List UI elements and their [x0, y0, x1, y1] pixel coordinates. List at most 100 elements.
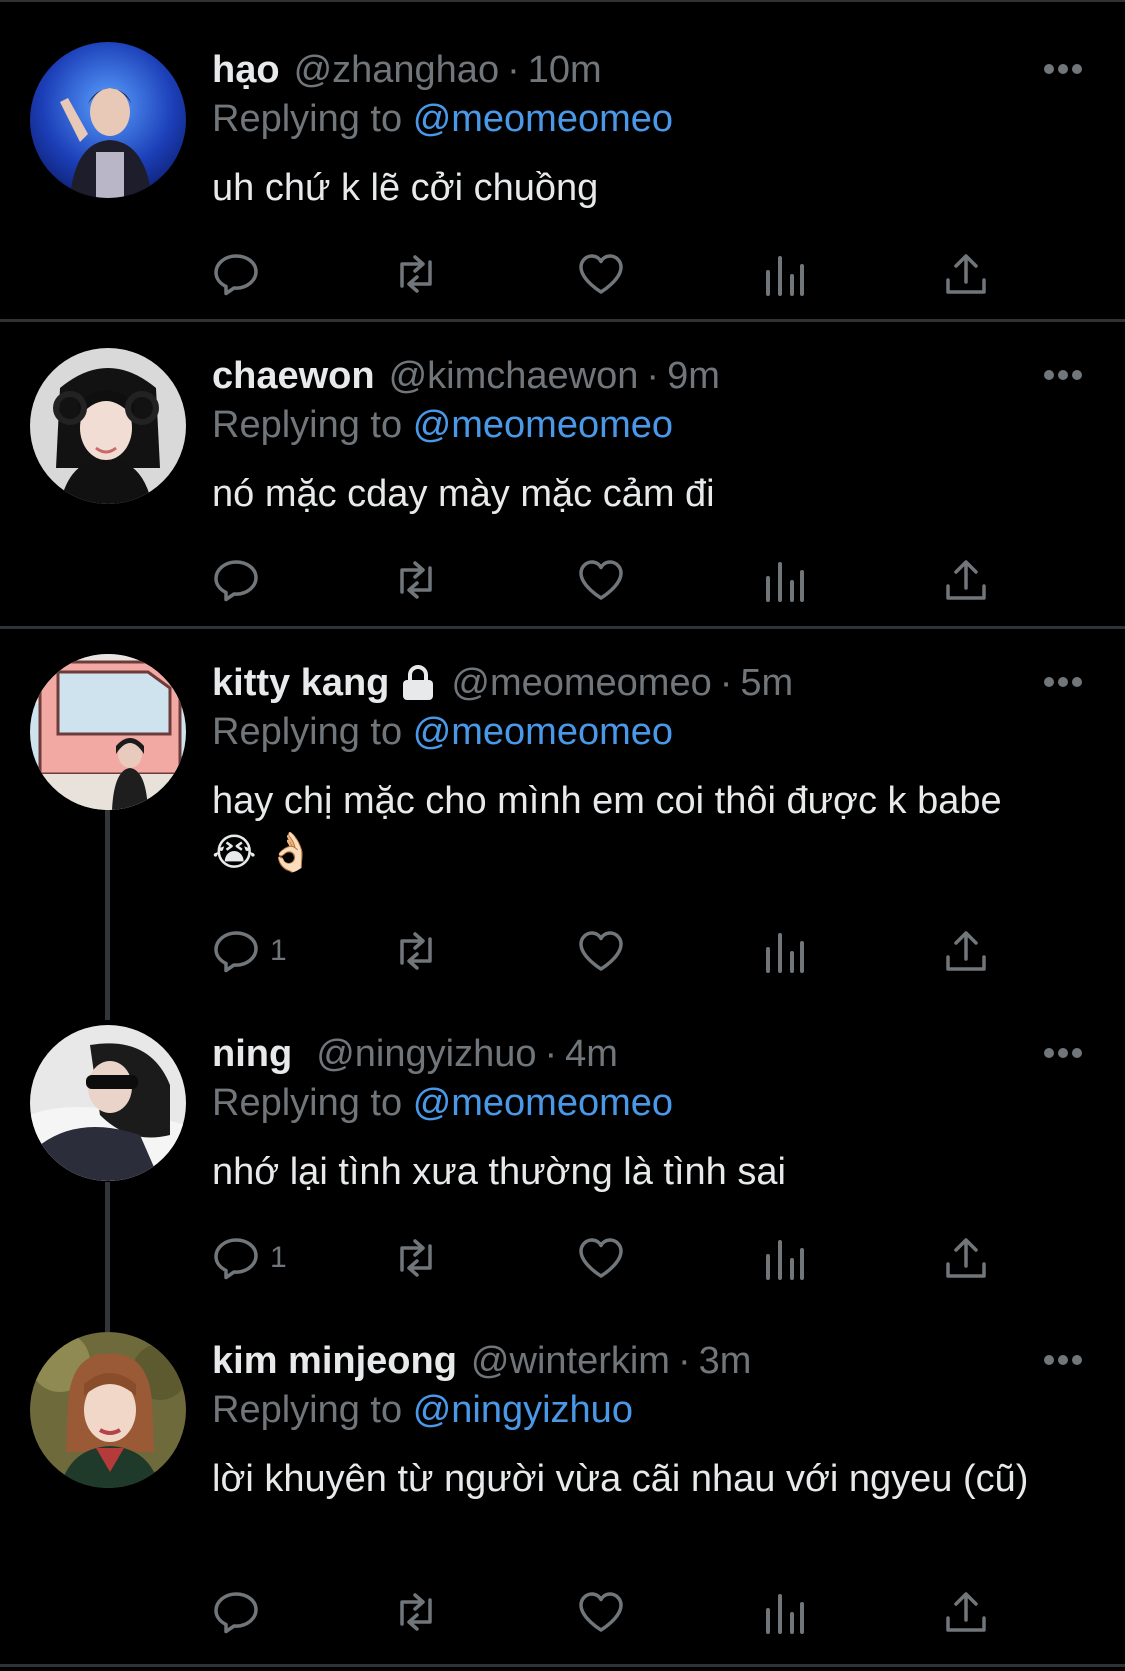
retweet-button[interactable]: [392, 248, 440, 300]
reply-button[interactable]: [212, 1586, 270, 1638]
views-icon: [766, 256, 804, 296]
mention-link[interactable]: @meomeomeo: [413, 98, 673, 140]
heart-icon: [579, 254, 623, 294]
tweet-kim-minjeong[interactable]: kim minjeong @winterkim · 3m Replying to…: [0, 1332, 1125, 1671]
reply-icon: [214, 1592, 258, 1634]
heart-icon: [579, 1592, 623, 1632]
more-options-icon[interactable]: [1043, 1047, 1083, 1059]
replying-to-label: Replying to: [212, 98, 403, 140]
timestamp[interactable]: 3m: [699, 1340, 752, 1383]
share-button[interactable]: [942, 925, 990, 977]
tweet-header: kitty kang @meomeomeo · 5m: [212, 660, 793, 706]
display-name[interactable]: hạo: [212, 49, 280, 92]
share-icon: [946, 560, 986, 600]
reply-count: 1: [270, 934, 287, 967]
avatar[interactable]: [30, 348, 186, 504]
avatar[interactable]: [30, 42, 186, 198]
share-button[interactable]: [942, 1232, 990, 1284]
tweet-hao[interactable]: hạo @zhanghao · 10m Replying to @meomeom…: [0, 0, 1125, 320]
user-handle[interactable]: @kimchaewon: [389, 355, 639, 398]
reply-count: 1: [270, 1241, 287, 1274]
reply-icon: [214, 254, 258, 296]
mention-link[interactable]: @meomeomeo: [413, 1082, 673, 1124]
user-handle[interactable]: @zhanghao: [294, 49, 500, 92]
retweet-icon: [400, 1593, 432, 1631]
mention-link[interactable]: @meomeomeo: [413, 404, 673, 446]
separator-dot: ·: [677, 1339, 691, 1382]
share-button[interactable]: [942, 554, 990, 606]
heart-icon: [579, 931, 623, 971]
share-icon: [946, 254, 986, 294]
reply-button[interactable]: [212, 248, 270, 300]
tweet-text: hay chị mặc cho mình em coi thôi được k …: [212, 775, 1092, 879]
retweet-icon: [400, 1239, 432, 1277]
retweet-button[interactable]: [392, 1586, 440, 1638]
retweet-button[interactable]: [392, 1232, 440, 1284]
display-name[interactable]: chaewon: [212, 355, 375, 398]
tweet-text: uh chứ k lẽ cởi chuồng: [212, 167, 599, 209]
action-bar: 1: [212, 925, 1032, 977]
views-button[interactable]: [760, 925, 808, 977]
tweet-text: nó mặc cday mày mặc cảm đi: [212, 473, 715, 515]
display-name[interactable]: ning: [212, 1033, 292, 1076]
more-options-icon[interactable]: [1043, 369, 1083, 381]
share-button[interactable]: [942, 1586, 990, 1638]
like-button[interactable]: [577, 554, 625, 606]
like-button[interactable]: [577, 1586, 625, 1638]
divider: [0, 1664, 1125, 1667]
more-options-icon[interactable]: [1043, 1354, 1083, 1366]
timestamp[interactable]: 10m: [528, 49, 602, 92]
reply-icon: [214, 931, 258, 973]
retweet-button[interactable]: [392, 554, 440, 606]
views-button[interactable]: [760, 1586, 808, 1638]
user-handle[interactable]: @meomeomeo: [451, 662, 711, 705]
tweet-kitty-kang[interactable]: kitty kang @meomeomeo · 5m Replying to @…: [0, 629, 1125, 1019]
timestamp[interactable]: 5m: [740, 662, 793, 705]
like-button[interactable]: [577, 925, 625, 977]
mention-link[interactable]: @ningyizhuo: [413, 1389, 633, 1431]
replying-to: Replying to @meomeomeo: [212, 98, 673, 141]
replying-to-label: Replying to: [212, 1389, 403, 1431]
reply-icon: [214, 1238, 258, 1280]
timestamp[interactable]: 4m: [565, 1033, 618, 1076]
action-bar: [212, 1586, 1032, 1638]
retweet-button[interactable]: [392, 925, 440, 977]
tweet-text-content: hay chị mặc cho mình em coi thôi được k …: [212, 780, 1002, 822]
user-handle[interactable]: @winterkim: [471, 1340, 670, 1383]
action-bar: [212, 248, 1032, 300]
replying-to-label: Replying to: [212, 711, 403, 753]
display-name[interactable]: kitty kang: [212, 662, 389, 705]
separator-dot: ·: [544, 1032, 558, 1075]
like-button[interactable]: [577, 1232, 625, 1284]
replying-to: Replying to @meomeomeo: [212, 1082, 673, 1125]
views-icon: [766, 933, 804, 973]
reply-button[interactable]: [212, 554, 270, 606]
views-button[interactable]: [760, 1232, 808, 1284]
views-icon: [766, 562, 804, 602]
reply-icon: [214, 560, 258, 602]
views-button[interactable]: [760, 248, 808, 300]
replying-to: Replying to @meomeomeo: [212, 404, 673, 447]
separator-dot: ·: [719, 661, 733, 704]
retweet-icon: [400, 932, 432, 970]
avatar[interactable]: [30, 1025, 186, 1181]
reply-button[interactable]: 1: [212, 1232, 287, 1284]
more-options-icon[interactable]: [1043, 63, 1083, 75]
display-name[interactable]: kim minjeong: [212, 1340, 457, 1383]
user-handle[interactable]: @ningyizhuo: [316, 1033, 536, 1076]
timestamp[interactable]: 9m: [667, 355, 720, 398]
share-icon: [946, 1238, 986, 1278]
views-button[interactable]: [760, 554, 808, 606]
more-options-icon[interactable]: [1043, 676, 1083, 688]
share-button[interactable]: [942, 248, 990, 300]
avatar[interactable]: [30, 1332, 186, 1488]
replying-to-label: Replying to: [212, 1082, 403, 1124]
mention-link[interactable]: @meomeomeo: [413, 711, 673, 753]
like-button[interactable]: [577, 248, 625, 300]
tweet-chaewon[interactable]: chaewon @kimchaewon · 9m Replying to @me…: [0, 322, 1125, 626]
reply-button[interactable]: 1: [212, 925, 287, 977]
separator-dot: ·: [507, 48, 520, 91]
tweet-ning[interactable]: ning @ningyizhuo · 4m Replying to @meome…: [0, 1019, 1125, 1332]
retweet-icon: [400, 255, 432, 293]
avatar[interactable]: [30, 654, 186, 810]
